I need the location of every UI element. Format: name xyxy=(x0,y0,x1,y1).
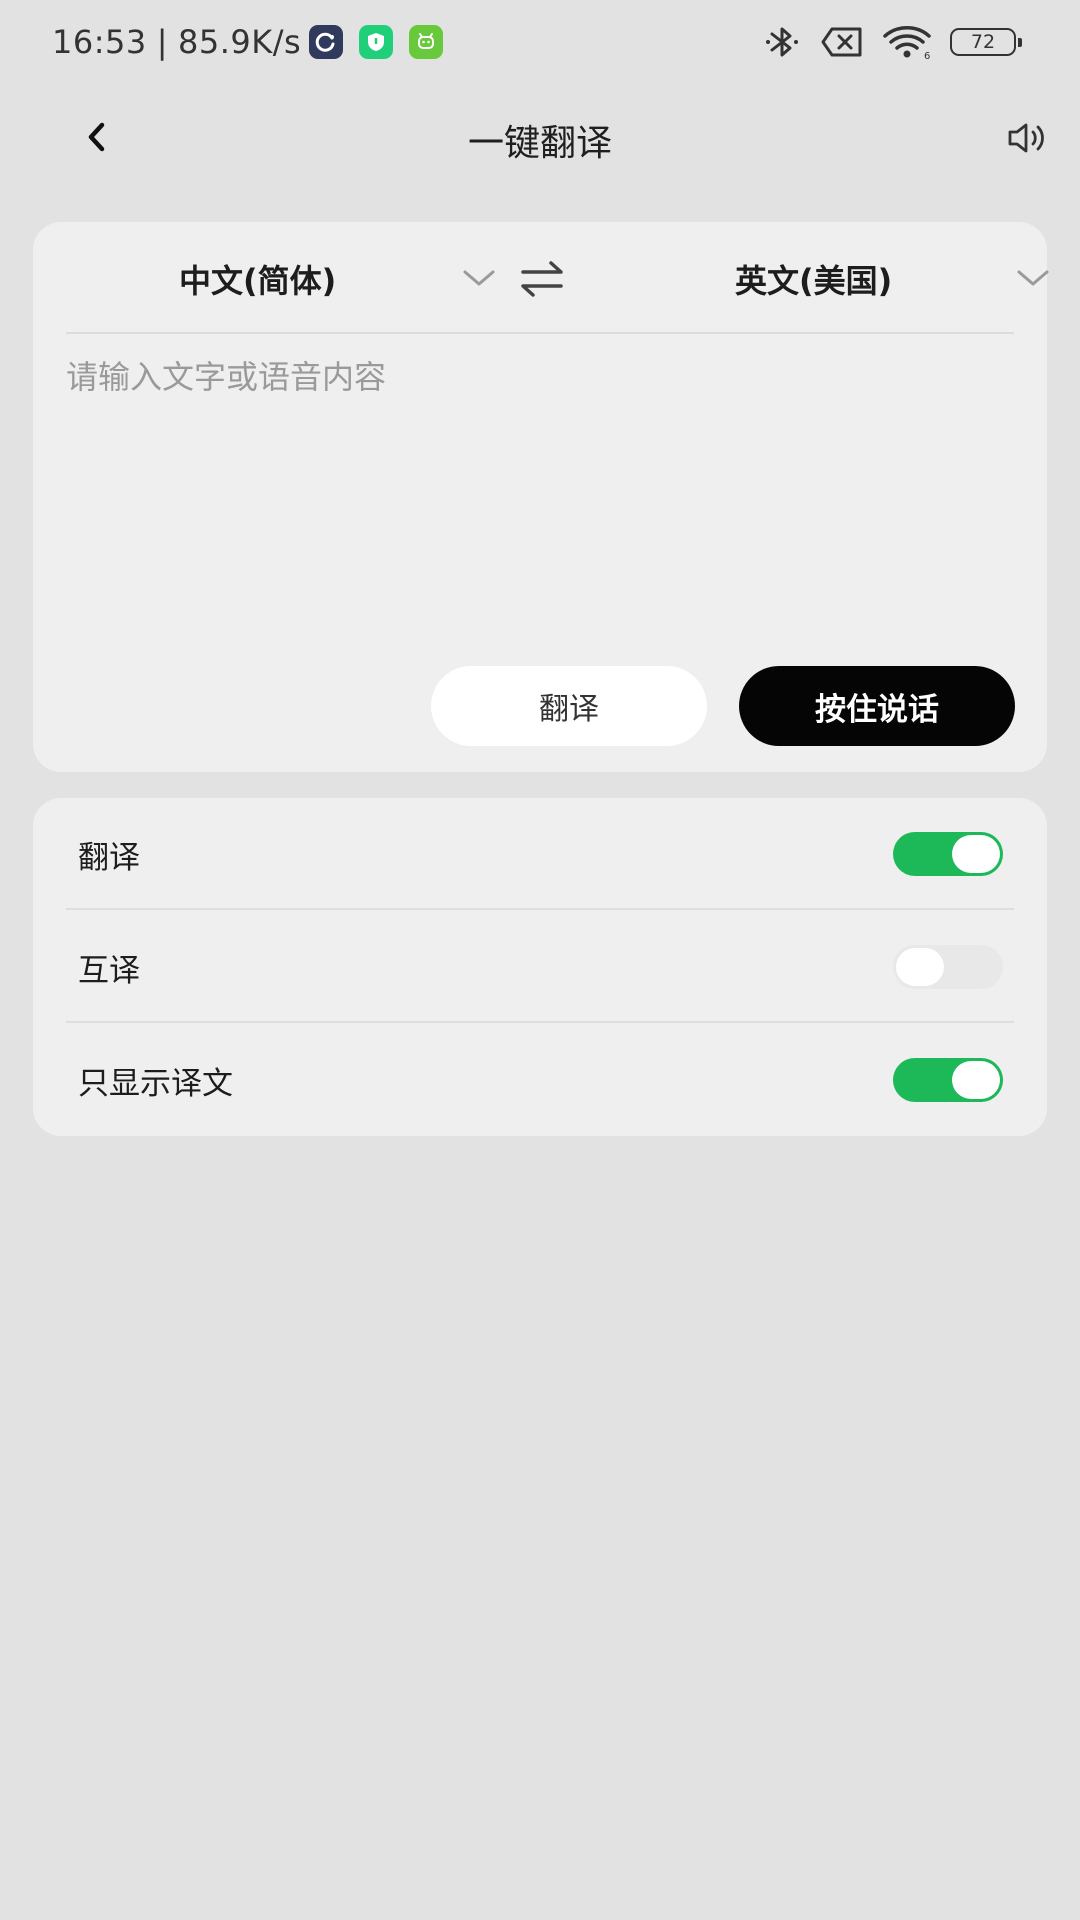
speaker-button[interactable] xyxy=(1004,114,1052,162)
page-title: 一键翻译 xyxy=(467,123,612,164)
no-sim-icon xyxy=(821,27,862,57)
battery-level: 72 xyxy=(970,31,996,53)
status-right: 6 72 xyxy=(744,20,1022,64)
chevron-down-icon xyxy=(1017,270,1049,286)
android-app-icon xyxy=(409,25,444,59)
language-row: 中文(简体) 英文(美国) xyxy=(33,222,1049,332)
source-text-input[interactable] xyxy=(66,352,1014,652)
source-language-select[interactable]: 中文(简体) xyxy=(93,250,513,306)
svg-text:6: 6 xyxy=(924,51,930,60)
swap-languages-button[interactable] xyxy=(517,254,567,304)
only-show-translation-toggle[interactable] xyxy=(893,1058,1003,1102)
setting-row-only-show-translation: 只显示译文 xyxy=(33,1024,1047,1136)
setting-row-translate: 翻译 xyxy=(33,798,1047,910)
battery-icon: 72 xyxy=(950,28,1022,56)
target-language-label: 英文(美国) xyxy=(735,262,893,300)
translate-card: 中文(简体) 英文(美国) 翻译 按住说话 xyxy=(33,222,1049,772)
target-language-select[interactable]: 英文(美国) xyxy=(633,250,1053,306)
network-speed: 85.9K/s xyxy=(178,23,302,61)
security-app-icon xyxy=(359,25,394,59)
toggle-knob xyxy=(952,1061,1000,1099)
toggle-knob xyxy=(952,835,1000,873)
swap-arrows-icon xyxy=(521,261,563,297)
setting-label: 翻译 xyxy=(78,840,140,876)
divider xyxy=(66,332,1014,334)
status-separator: | xyxy=(156,23,168,61)
divider xyxy=(66,1021,1014,1023)
source-language-label: 中文(简体) xyxy=(179,262,337,300)
bluetooth-icon xyxy=(766,27,798,57)
status-left: 16:53 | 85.9K/s xyxy=(52,18,444,66)
translate-toggle[interactable] xyxy=(893,832,1003,876)
setting-label: 只显示译文 xyxy=(78,1066,233,1102)
speaker-icon xyxy=(1008,123,1044,153)
header: 一键翻译 xyxy=(0,92,1080,182)
setting-label: 互译 xyxy=(78,953,140,989)
settings-card: 翻译 互译 只显示译文 xyxy=(33,798,1047,1136)
chevron-down-icon xyxy=(463,270,495,286)
mutual-translate-toggle[interactable] xyxy=(893,945,1003,989)
status-time: 16:53 xyxy=(52,23,147,61)
cleaner-app-icon xyxy=(309,25,344,59)
hold-to-talk-button[interactable]: 按住说话 xyxy=(739,666,1015,746)
setting-row-mutual-translate: 互译 xyxy=(33,911,1047,1023)
status-bar: 16:53 | 85.9K/s 6 72 xyxy=(0,0,1080,84)
wifi-icon: 6 xyxy=(883,26,931,60)
toggle-knob xyxy=(896,948,944,986)
translate-button[interactable]: 翻译 xyxy=(431,666,707,746)
divider xyxy=(66,908,1014,910)
